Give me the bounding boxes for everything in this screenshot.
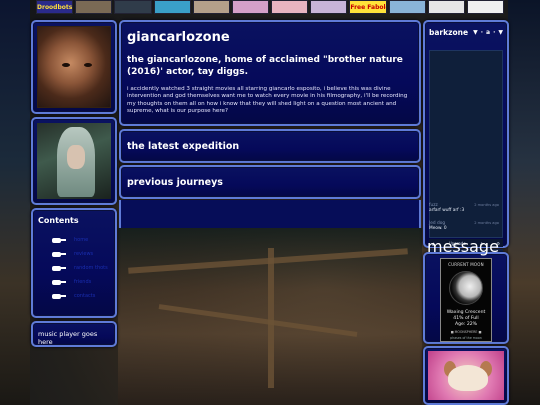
contents-link[interactable]: home	[74, 237, 88, 243]
pointing-hand-icon	[52, 251, 66, 258]
contents-item[interactable]: reviews	[38, 247, 110, 261]
stamp-button[interactable]	[231, 0, 270, 14]
contents-item[interactable]: home	[38, 233, 110, 247]
moon-icon	[449, 271, 483, 305]
site-subtitle: the giancarlozone, home of acclaimed "br…	[127, 55, 403, 77]
chatbox-control-icon[interactable]: ·	[493, 29, 495, 36]
moon-brand: ■ MOONSPHERE ■	[450, 330, 482, 334]
chatbox-control-icon[interactable]: ▼	[473, 29, 478, 36]
moon-heading: CURRENT MOON	[448, 262, 484, 267]
background-left	[0, 0, 30, 405]
contents-title: Contents	[38, 216, 79, 225]
character-image-panel	[31, 117, 117, 205]
chat-message-text: Meow. 0	[429, 226, 447, 231]
moon-age: Age: 22%	[454, 322, 478, 327]
chat-message-text: arfarf wuff arf :3	[429, 208, 465, 213]
music-player: music player goes here	[31, 321, 117, 347]
contents-link[interactable]: contacts	[74, 293, 95, 299]
puppy-image-panel	[423, 346, 509, 405]
character-image	[37, 123, 111, 199]
latest-expedition-heading[interactable]: the latest expedition	[127, 141, 239, 152]
pointing-hand-icon	[52, 265, 66, 272]
stamp-button[interactable]	[310, 0, 348, 14]
puppy-image	[428, 351, 504, 400]
stamp-button[interactable]	[427, 0, 465, 14]
background-scene	[118, 228, 422, 405]
chat-message: fuzz 2 months ago arfarf wuff arf :3	[429, 203, 499, 213]
chatbox-controls[interactable]: ▼ · a · ▼	[473, 29, 503, 36]
latest-expedition-panel[interactable]: the latest expedition	[119, 129, 421, 163]
intro-text: i accidently watched 3 straight movies a…	[127, 86, 408, 115]
stamp-button[interactable]	[466, 0, 504, 14]
previous-journeys-heading[interactable]: previous journeys	[127, 177, 223, 188]
chatbox-control-icon[interactable]: a	[486, 29, 490, 36]
stamp-button[interactable]	[388, 0, 426, 14]
stamp-button[interactable]	[192, 0, 230, 14]
contents-item[interactable]: contacts	[38, 289, 110, 303]
chatbox-control-icon[interactable]: ▼	[498, 29, 503, 36]
stamp-button[interactable]	[75, 0, 113, 14]
chatbox-control-icon[interactable]: ·	[481, 29, 483, 36]
profile-avatar-panel	[31, 20, 117, 114]
previous-journeys-panel[interactable]: previous journeys	[119, 165, 421, 199]
pointing-hand-icon	[52, 293, 66, 300]
pointing-hand-icon	[52, 237, 66, 244]
center-divider	[119, 200, 421, 228]
site-title: giancarlozone	[127, 30, 230, 45]
chat-message-time: 2 months ago	[474, 203, 499, 207]
moon-widget: CURRENT MOON Waxing Crescent 41% of Full…	[440, 258, 492, 342]
chat-message-input[interactable]: message	[427, 237, 501, 256]
pointing-hand-icon	[52, 279, 66, 286]
stamp-button[interactable]: Droodbots	[36, 0, 74, 14]
moon-widget-panel: CURRENT MOON Waxing Crescent 41% of Full…	[423, 252, 509, 344]
contents-panel: Contents home reviews random thots friends c…	[31, 208, 117, 318]
contents-item[interactable]: random thots	[38, 261, 110, 275]
contents-link[interactable]: reviews	[74, 251, 93, 257]
stamp-button[interactable]	[114, 0, 152, 14]
background-right	[508, 0, 540, 405]
moon-footer-link[interactable]: phases of the moon	[425, 336, 507, 340]
contents-item[interactable]: friends	[38, 275, 110, 289]
chat-message: Jed dog 2 months ago Meow. 0	[429, 221, 499, 231]
chatbox-header: barkzone ▼ · a · ▼	[429, 28, 503, 37]
contents-link[interactable]: friends	[74, 279, 91, 285]
contents-list: home reviews random thots friends contacts	[38, 233, 110, 303]
contents-link[interactable]: random thots	[74, 265, 108, 271]
stamp-button[interactable]	[271, 0, 309, 14]
intro-panel: giancarlozone the giancarlozone, home of…	[119, 20, 421, 126]
chat-message-time: 2 months ago	[474, 221, 499, 225]
stamp-button[interactable]: Free Fabolous Now!!!	[349, 0, 387, 14]
stamp-strip: Droodbots Free Fabolous Now!!!	[36, 0, 504, 14]
chatbox-title: barkzone	[429, 28, 469, 37]
chatbox-panel: barkzone ▼ · a · ▼ fuzz 2 months ago arfarf wu…	[423, 20, 509, 257]
profile-avatar	[37, 26, 111, 108]
stamp-button[interactable]	[153, 0, 191, 14]
